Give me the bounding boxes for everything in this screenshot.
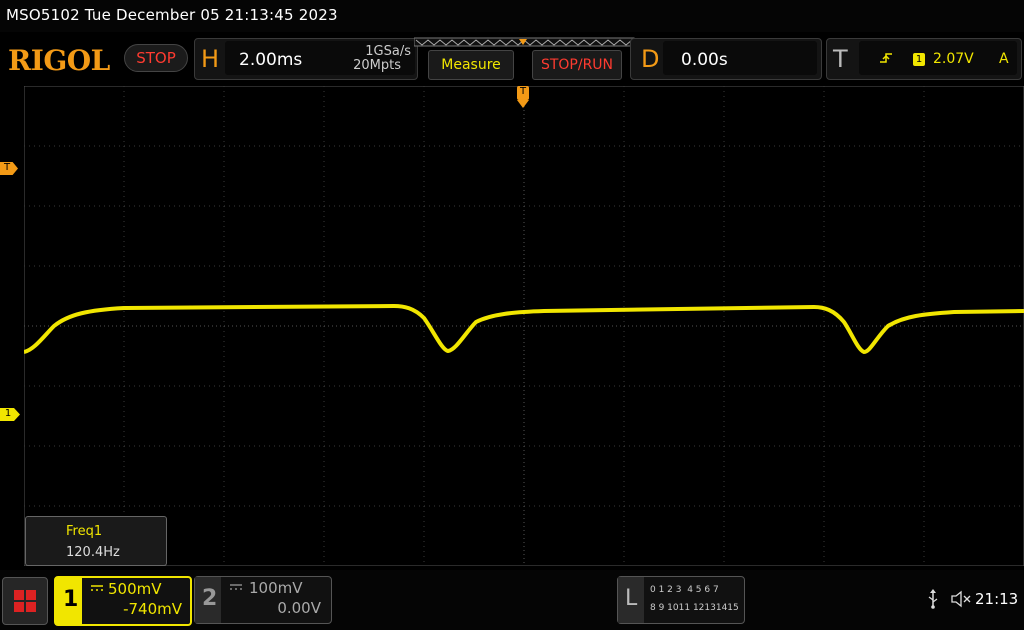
trigger-position-arrow: [517, 100, 529, 108]
status-bar: MSO5102 Tue December 05 21:13:45 2023: [0, 0, 1024, 32]
delay-value: 0.00s: [681, 50, 728, 70]
channel-2-panel[interactable]: 2 100mV 0.00V: [194, 576, 332, 624]
delay-letter: D: [641, 45, 660, 73]
ch1-number: 1: [63, 587, 79, 612]
logic-row-2: 8 9 1011 12131415: [650, 603, 739, 613]
ch2-offset: 0.00V: [277, 599, 321, 617]
stop-run-label: STOP/RUN: [540, 57, 614, 73]
run-state-badge[interactable]: STOP: [124, 44, 188, 72]
trigger-level-marker[interactable]: T: [0, 162, 18, 175]
device-title: MSO5102 Tue December 05 21:13:45 2023: [6, 6, 338, 24]
measure-button[interactable]: Measure: [428, 50, 514, 80]
logic-channels-panel[interactable]: L 0 1 2 3 4 5 6 7 8 9 1011 12131415: [617, 576, 745, 624]
delay-settings[interactable]: D 0.00s: [630, 38, 822, 80]
dc-coupling-icon: [230, 584, 242, 590]
channel-1-panel[interactable]: 1 500mV -740mV: [54, 576, 192, 626]
trigger-level: 2.07V: [933, 51, 974, 67]
grid-menu-icon: [14, 590, 36, 612]
measurement-panel[interactable]: Freq1 120.4Hz: [25, 516, 167, 566]
logic-row-1: 0 1 2 3 4 5 6 7: [650, 585, 719, 595]
waveform-display[interactable]: [24, 86, 1024, 566]
measurement-value: 120.4Hz: [66, 545, 120, 560]
run-state-label: STOP: [136, 49, 176, 67]
ch1-ground-label: 1: [4, 408, 12, 419]
trigger-position-marker[interactable]: T: [517, 86, 529, 100]
trigger-level-label: T: [3, 162, 11, 173]
ch1-scale: 500mV: [108, 580, 162, 598]
logic-label: L: [625, 586, 638, 611]
system-clock: 21:13: [975, 590, 1019, 608]
ch1-offset: -740mV: [123, 600, 182, 618]
ch1-ground-marker[interactable]: 1: [0, 408, 20, 421]
control-header: RIGOL STOP H 2.00ms 1GSa/s 20Mpts Measur…: [0, 36, 1024, 82]
rising-edge-icon: [880, 53, 892, 63]
usb-icon: [928, 589, 938, 609]
dc-coupling-icon: [91, 585, 103, 591]
ch2-number: 2: [202, 586, 218, 611]
trigger-position-label: T: [519, 86, 527, 97]
trigger-source-badge: 1: [913, 53, 925, 66]
ch2-scale: 100mV: [249, 579, 303, 597]
speaker-muted-icon[interactable]: [950, 590, 972, 608]
stop-run-button[interactable]: STOP/RUN: [532, 50, 622, 80]
horizontal-letter: H: [201, 45, 220, 73]
measurement-name: Freq1: [66, 524, 103, 539]
trigger-mode: A: [999, 51, 1009, 67]
horizontal-settings[interactable]: H 2.00ms 1GSa/s 20Mpts: [194, 38, 418, 80]
rigol-logo: RIGOL: [8, 44, 110, 77]
measure-button-label: Measure: [441, 57, 501, 73]
memory-depth: 20Mpts: [353, 58, 401, 73]
main-menu-button[interactable]: [2, 577, 48, 625]
timebase-value: 2.00ms: [239, 50, 303, 70]
trigger-settings[interactable]: T 1 2.07V A: [826, 38, 1022, 80]
sample-rate: 1GSa/s: [365, 44, 411, 59]
memory-position-strip: [414, 37, 635, 47]
trigger-letter: T: [833, 45, 848, 73]
